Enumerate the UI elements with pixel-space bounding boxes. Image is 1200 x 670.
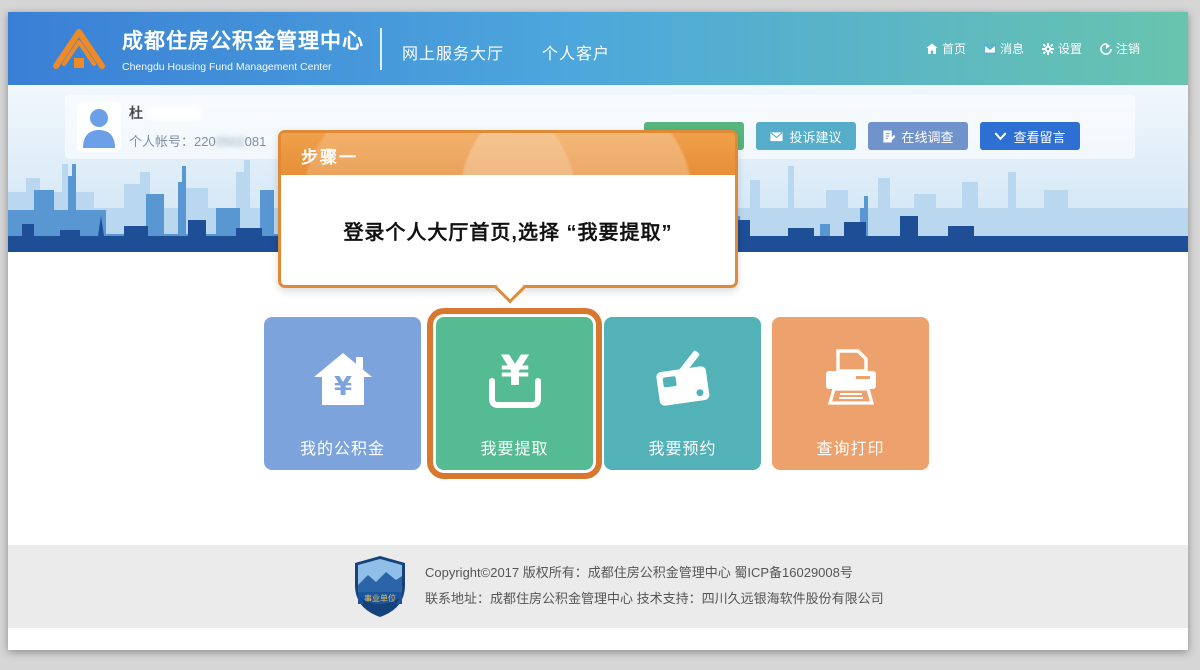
step-title: 步骤一	[301, 143, 358, 168]
nav-messages-label: 消息	[1000, 40, 1024, 57]
page: 成都住房公积金管理中心 Chengdu Housing Fund Managem…	[8, 12, 1188, 650]
tile-my-fund-label: 我的公积金	[264, 435, 421, 459]
svg-text:¥: ¥	[333, 372, 351, 402]
step-instruction: 登录个人大厅首页,选择 “我要提取”	[281, 175, 735, 285]
tile-appointment[interactable]: 我要预约	[604, 317, 761, 470]
gear-icon	[1042, 43, 1054, 55]
step-tooltip: 步骤一 登录个人大厅首页,选择 “我要提取”	[278, 130, 738, 288]
bottom-strip	[8, 628, 1188, 650]
card-pen-icon	[650, 347, 716, 413]
top-navigation: 首页 消息 设置 注销	[926, 40, 1140, 57]
page-footer: 事业单位 Copyright©2017 版权所有：成都住房公积金管理中心 蜀IC…	[8, 545, 1188, 628]
step-tooltip-header: 步骤一	[281, 133, 735, 175]
complaint-label: 投诉建议	[789, 127, 841, 146]
tile-print[interactable]: 查询打印	[772, 317, 929, 470]
envelope-icon	[770, 130, 783, 143]
user-account-label: 个人帐号：	[129, 134, 194, 149]
view-messages-button[interactable]: 查看留言	[980, 122, 1080, 150]
survey-label: 在线调查	[901, 127, 953, 146]
nav-logout[interactable]: 注销	[1100, 40, 1140, 57]
public-institution-badge-icon[interactable]: 事业单位	[352, 555, 408, 618]
tile-print-label: 查询打印	[772, 435, 929, 459]
avatar	[77, 102, 121, 152]
user-name-redacted	[147, 106, 201, 120]
site-subtitle: Chengdu Housing Fund Management Center	[122, 61, 364, 73]
chevron-down-icon	[994, 130, 1007, 143]
copyright-line: Copyright©2017 版权所有：成都住房公积金管理中心 蜀ICP备160…	[425, 560, 884, 586]
logout-icon	[1100, 43, 1112, 55]
nav-settings[interactable]: 设置	[1042, 40, 1082, 57]
svg-text:¥: ¥	[500, 347, 529, 395]
survey-button[interactable]: 在线调查	[868, 122, 968, 150]
footer-text: Copyright©2017 版权所有：成都住房公积金管理中心 蜀ICP备160…	[425, 560, 884, 612]
printer-icon	[818, 347, 884, 413]
tile-appointment-label: 我要预约	[604, 435, 761, 459]
chengdu-fund-logo-icon	[48, 24, 110, 74]
tile-withdraw[interactable]: ¥ 我要提取	[436, 317, 593, 470]
tile-withdraw-label: 我要提取	[436, 435, 593, 459]
portal-main-title: 网上服务大厅	[402, 40, 504, 64]
nav-logout-label: 注销	[1116, 40, 1140, 57]
withdraw-yuan-icon: ¥	[482, 347, 548, 413]
message-icon	[984, 43, 996, 55]
portal-titles: 网上服务大厅 个人客户	[402, 40, 610, 64]
house-yuan-icon: ¥	[310, 347, 376, 413]
badge-label: 事业单位	[364, 593, 396, 603]
brand-block: 成都住房公积金管理中心 Chengdu Housing Fund Managem…	[122, 25, 364, 73]
nav-home[interactable]: 首页	[926, 40, 966, 57]
portal-client-type: 个人客户	[542, 40, 610, 64]
complaint-button[interactable]: 投诉建议	[756, 122, 856, 150]
logo-door	[74, 58, 84, 68]
nav-home-label: 首页	[942, 40, 966, 57]
user-account-suffix: 081	[245, 134, 267, 149]
view-messages-label: 查看留言	[1013, 127, 1065, 146]
header-divider	[380, 28, 382, 70]
nav-messages[interactable]: 消息	[984, 40, 1024, 57]
user-name-visible: 杜	[129, 103, 143, 123]
app-header: 成都住房公积金管理中心 Chengdu Housing Fund Managem…	[8, 12, 1188, 85]
contact-line: 联系地址：成都住房公积金管理中心 技术支持：四川久远银海软件股份有限公司	[425, 586, 884, 612]
user-name: 杜	[129, 103, 201, 123]
user-account: 个人帐号：2200502081	[129, 131, 266, 150]
home-icon	[926, 43, 938, 55]
user-account-redacted: 0502	[216, 134, 245, 149]
user-account-prefix: 220	[194, 134, 216, 149]
tile-my-fund[interactable]: ¥ 我的公积金	[264, 317, 421, 470]
survey-icon	[882, 130, 895, 143]
nav-settings-label: 设置	[1058, 40, 1082, 57]
site-title: 成都住房公积金管理中心	[122, 25, 364, 55]
